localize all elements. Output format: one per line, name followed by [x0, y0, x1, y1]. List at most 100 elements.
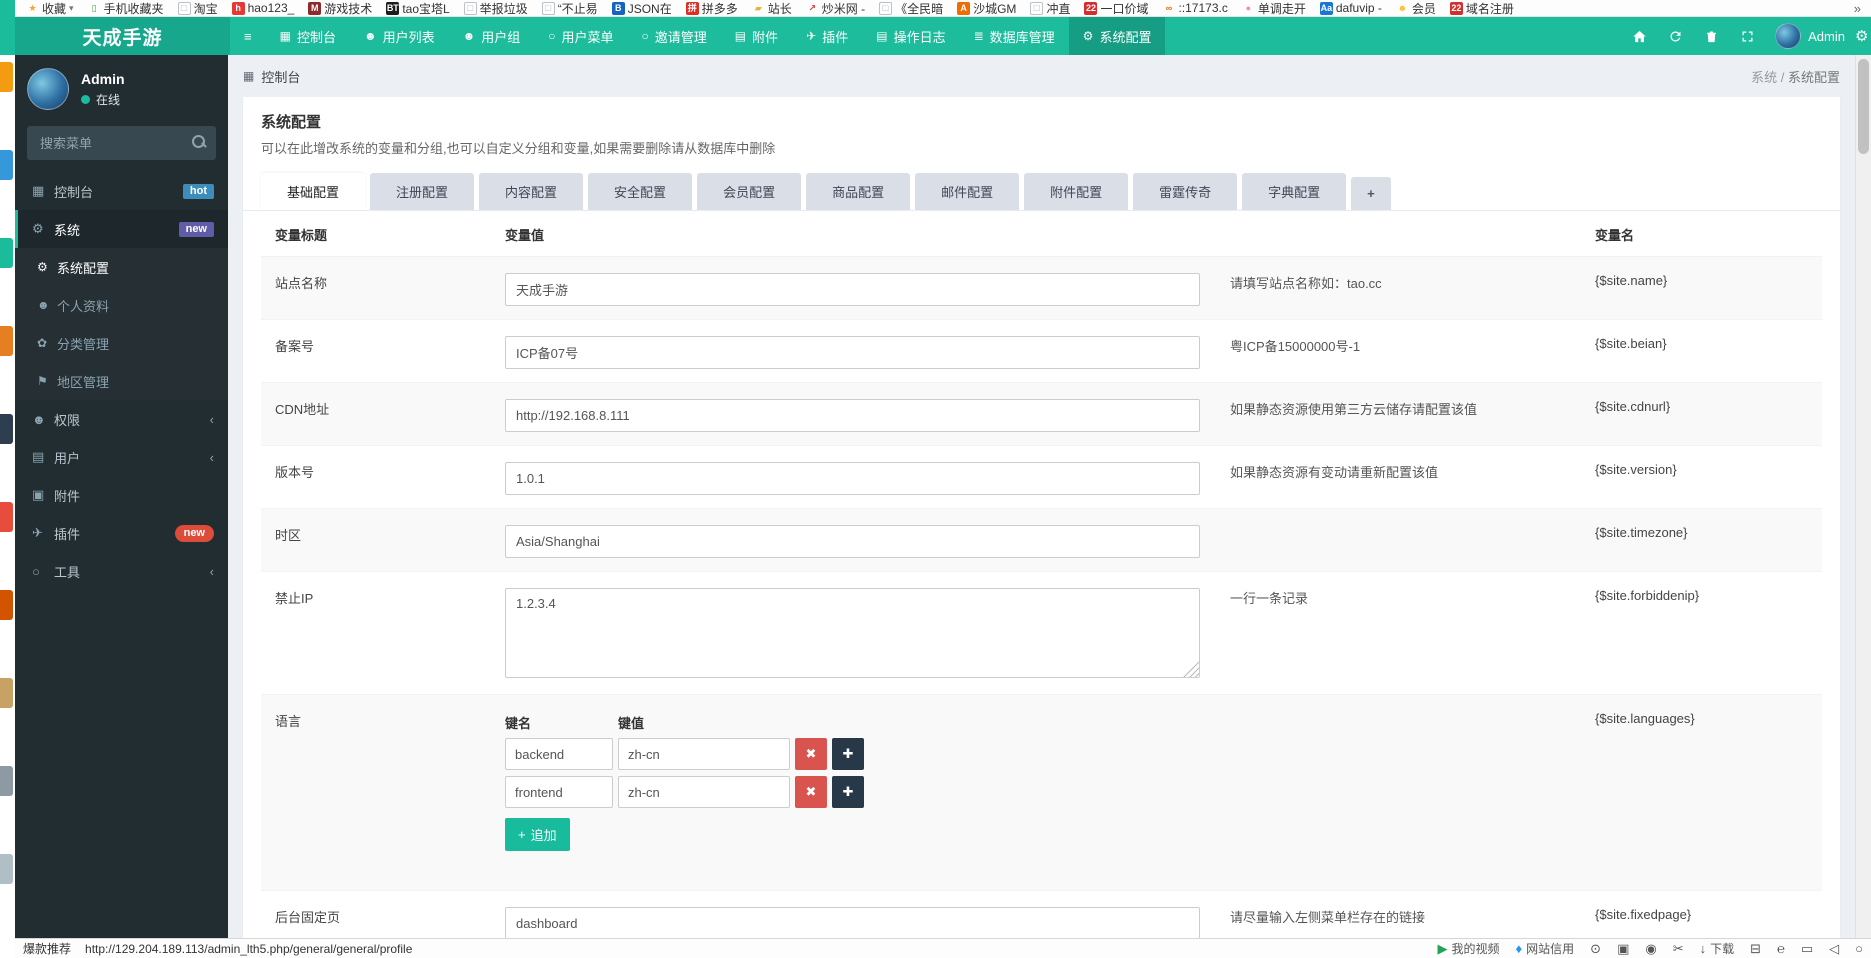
status-icon[interactable]: ✂: [1673, 941, 1684, 957]
nav-item-plane[interactable]: ✈插件: [792, 17, 862, 55]
delete-button[interactable]: ✖: [795, 776, 827, 808]
status-icon[interactable]: ▭: [1801, 941, 1813, 957]
kv-key-input[interactable]: [505, 738, 613, 770]
sidebar-item[interactable]: ☻权限‹: [15, 400, 228, 438]
bookmark-item[interactable]: ▢淘宝: [171, 0, 225, 17]
breadcrumb-parent[interactable]: 系统: [1751, 70, 1777, 85]
status-icon-下载[interactable]: ↓下载: [1700, 940, 1735, 957]
value-input[interactable]: [505, 907, 1200, 938]
status-left-label[interactable]: 爆款推荐: [23, 940, 71, 957]
move-handle[interactable]: ✚: [832, 776, 864, 808]
bookmark-item[interactable]: ▢举报垃圾: [457, 0, 535, 17]
tab-会员配置[interactable]: 会员配置: [697, 173, 801, 210]
tab-字典配置[interactable]: 字典配置: [1242, 173, 1346, 210]
value-input[interactable]: [505, 462, 1200, 495]
status-icon[interactable]: ⊟: [1750, 941, 1761, 957]
nav-item-dashboard[interactable]: ▦控制台: [266, 17, 350, 55]
search-icon[interactable]: [192, 135, 206, 149]
status-icon[interactable]: ○: [1855, 941, 1863, 956]
sidebar-item[interactable]: ▤用户‹: [15, 438, 228, 476]
breadcrumb-home[interactable]: 控制台: [261, 67, 300, 86]
nav-item-circle[interactable]: ○邀请管理: [628, 17, 721, 55]
sidebar-subitem[interactable]: ☻个人资料: [15, 286, 228, 324]
tab-安全配置[interactable]: 安全配置: [588, 173, 692, 210]
bookmark-item[interactable]: Aadafuvip -: [1313, 0, 1389, 17]
sidebar-item[interactable]: ○工具‹: [15, 552, 228, 590]
bookmarks-overflow-icon[interactable]: »: [1848, 1, 1867, 16]
nav-item-users[interactable]: ☻用户组: [449, 17, 535, 55]
brand-logo[interactable]: 天成手游: [15, 17, 230, 55]
status-icon[interactable]: ▣: [1617, 941, 1629, 957]
nav-item-user[interactable]: ☻用户列表: [350, 17, 449, 55]
nav-item-circle[interactable]: ○用户菜单: [534, 17, 627, 55]
value-input[interactable]: [505, 336, 1200, 369]
bookmark-item[interactable]: ∞::17173.c: [1155, 0, 1234, 17]
vscroll-thumb[interactable]: [1858, 59, 1869, 154]
sidebar-subitem[interactable]: ⚑地区管理: [15, 362, 228, 400]
bookmark-item[interactable]: ☻会员: [1389, 0, 1443, 17]
bookmark-item[interactable]: 拼拼多多: [679, 0, 745, 17]
user-menu[interactable]: Admin: [1765, 23, 1855, 49]
bookmark-item[interactable]: A沙城GM: [950, 0, 1023, 17]
sidebar-item[interactable]: ▦控制台hot: [15, 172, 228, 210]
tab-基础配置[interactable]: 基础配置: [261, 173, 365, 210]
status-icon-我的视频[interactable]: ▶我的视频: [1437, 940, 1499, 957]
kv-key-input[interactable]: [505, 776, 613, 808]
menu-search-input[interactable]: [27, 126, 216, 160]
bookmark-item[interactable]: ★收藏▾: [19, 0, 81, 17]
delete-button[interactable]: ✖: [795, 738, 827, 770]
bookmark-item[interactable]: 22一口价域: [1077, 0, 1155, 17]
bookmark-item[interactable]: M游戏技术: [301, 0, 379, 17]
value-input[interactable]: [505, 525, 1200, 558]
status-glyph-icon: ◉: [1645, 941, 1656, 957]
bookmark-item[interactable]: ▢《全民暗: [872, 0, 950, 17]
bookmark-item[interactable]: ▯手机收藏夹: [81, 0, 171, 17]
sidebar-toggle-button[interactable]: ≡: [230, 17, 266, 55]
bookmark-item[interactable]: hhao123_: [225, 0, 302, 17]
sidebar-item[interactable]: ▣附件: [15, 476, 228, 514]
tab-商品配置[interactable]: 商品配置: [806, 173, 910, 210]
sidebar-subitem[interactable]: ⚙系统配置: [15, 248, 228, 286]
sidebar-subitem[interactable]: ✿分类管理: [15, 324, 228, 362]
bookmark-item[interactable]: 22域名注册: [1443, 0, 1521, 17]
status-icon-网站信用[interactable]: ♦网站信用: [1516, 940, 1575, 957]
status-icon[interactable]: ℮: [1777, 941, 1785, 956]
tab-雷霆传奇[interactable]: 雷霆传奇: [1133, 173, 1237, 210]
fullscreen-icon[interactable]: [1729, 17, 1765, 55]
add-tab-button[interactable]: +: [1351, 177, 1391, 210]
status-icon[interactable]: ◁: [1829, 941, 1839, 957]
append-button[interactable]: +追加: [505, 818, 570, 851]
value-input[interactable]: [505, 399, 1200, 432]
value-textarea[interactable]: [505, 588, 1200, 678]
bookmark-item[interactable]: ▢冲直: [1023, 0, 1077, 17]
nav-item-list[interactable]: ▤操作日志: [862, 17, 959, 55]
status-icon[interactable]: ⊙: [1590, 941, 1601, 957]
settings-gear-icon[interactable]: ⚙: [1855, 17, 1869, 55]
nav-item-file[interactable]: ▤附件: [721, 17, 792, 55]
bookmark-item[interactable]: BJSON在: [605, 0, 679, 17]
status-icon[interactable]: ◉: [1645, 941, 1656, 957]
move-handle[interactable]: ✚: [832, 738, 864, 770]
vertical-scrollbar[interactable]: [1855, 55, 1871, 938]
kv-value-input[interactable]: [618, 738, 790, 770]
bookmark-item[interactable]: ↗炒米网 -: [799, 0, 872, 17]
tab-附件配置[interactable]: 附件配置: [1024, 173, 1128, 210]
trash-icon[interactable]: [1693, 17, 1729, 55]
tab-邮件配置[interactable]: 邮件配置: [915, 173, 1019, 210]
home-icon[interactable]: [1621, 17, 1657, 55]
bookmark-item[interactable]: ▰站长: [745, 0, 799, 17]
tab-内容配置[interactable]: 内容配置: [479, 173, 583, 210]
favicon-sliver: [0, 414, 13, 444]
refresh-icon[interactable]: [1657, 17, 1693, 55]
sidebar-item[interactable]: ✈插件new: [15, 514, 228, 552]
kv-value-input[interactable]: [618, 776, 790, 808]
tab-注册配置[interactable]: 注册配置: [370, 173, 474, 210]
bookmark-item[interactable]: BTtao宝塔L: [379, 0, 456, 17]
bookmark-item[interactable]: ●单调走开: [1235, 0, 1313, 17]
sidebar-item[interactable]: ⚙系统new: [15, 210, 228, 248]
bookmark-item[interactable]: ▢“不止易: [535, 0, 605, 17]
nav-item-database[interactable]: ≣数据库管理: [960, 17, 1069, 55]
value-input[interactable]: [505, 273, 1200, 306]
nav-item-gear[interactable]: ⚙系统配置: [1069, 17, 1166, 55]
breadcrumb: ▦ 控制台 系统 / 系统配置: [228, 55, 1855, 97]
